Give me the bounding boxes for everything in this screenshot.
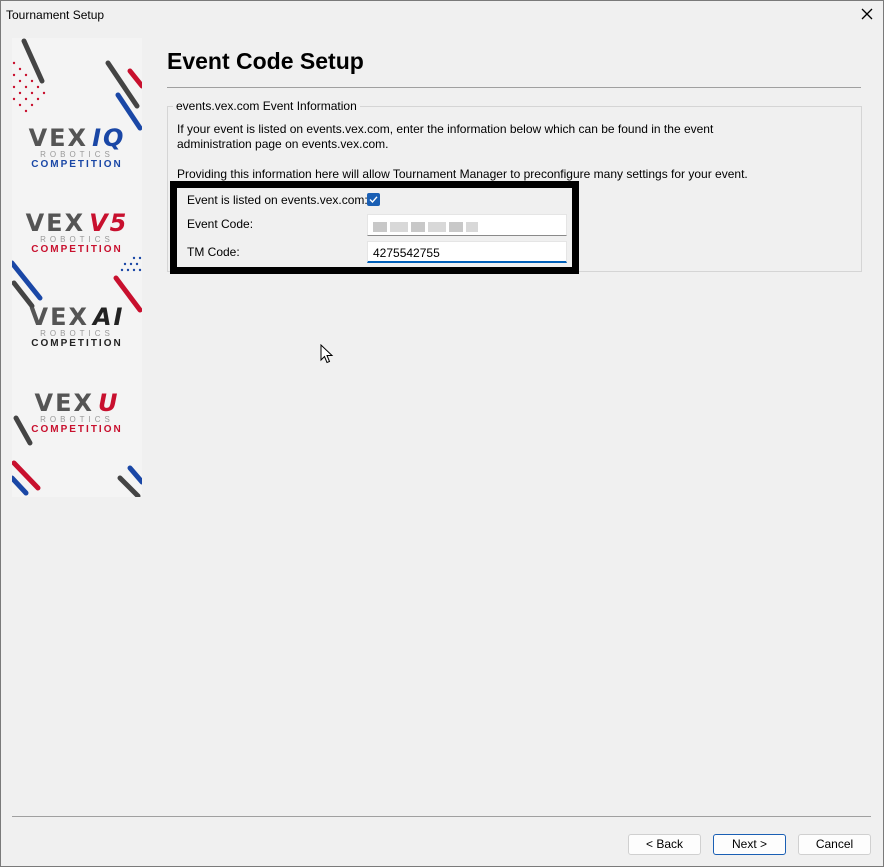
event-code-label: Event Code: <box>187 217 254 231</box>
tm-code-label: TM Code: <box>187 245 240 259</box>
tm-code-input[interactable]: 4275542755 <box>367 241 567 263</box>
redacted-block <box>411 221 425 232</box>
instructions-line-3: Providing this information here will all… <box>177 167 748 181</box>
redacted-block <box>390 221 408 232</box>
vex-v5-logo: VEX V5 ROBOTICS COMPETITION <box>25 209 129 255</box>
title-bar: Tournament Setup <box>1 1 883 29</box>
redacted-block <box>449 221 463 232</box>
cancel-button[interactable]: Cancel <box>798 834 871 855</box>
tm-code-value: 4275542755 <box>373 246 440 260</box>
listed-checkbox[interactable] <box>367 193 380 206</box>
program-logos-banner: VEX IQ ROBOTICS COMPETITION VEX V5 ROBOTIC… <box>12 38 142 497</box>
window-title: Tournament Setup <box>6 8 105 22</box>
next-button[interactable]: Next > <box>713 834 786 855</box>
listed-label: Event is listed on events.vex.com: <box>187 193 368 207</box>
redacted-block <box>466 221 478 232</box>
tournament-setup-window: Tournament Setup VEX IQ ROBOTICS COMPETI… <box>0 0 884 867</box>
close-icon <box>861 8 873 20</box>
vex-iq-logo: VEX IQ ROBOTICS COMPETITION <box>28 124 126 170</box>
footer-divider <box>12 816 871 817</box>
event-code-input[interactable] <box>367 214 567 236</box>
vex-u-logo: VEX U ROBOTICS COMPETITION <box>31 389 123 435</box>
groupbox-title: events.vex.com Event Information <box>173 99 360 113</box>
page-title: Event Code Setup <box>167 48 364 74</box>
mouse-cursor-icon <box>320 344 334 364</box>
checkmark-icon <box>369 196 378 204</box>
instructions-line-1: If your event is listed on events.vex.co… <box>177 122 714 136</box>
back-button[interactable]: < Back <box>628 834 701 855</box>
vex-ai-logo: VEX AI ROBOTICS COMPETITION <box>29 303 125 349</box>
close-button[interactable] <box>855 4 879 24</box>
redacted-block <box>373 221 387 232</box>
redacted-block <box>428 221 446 232</box>
instructions-line-2: administration page on events.vex.com. <box>177 137 389 151</box>
heading-divider <box>167 87 861 88</box>
